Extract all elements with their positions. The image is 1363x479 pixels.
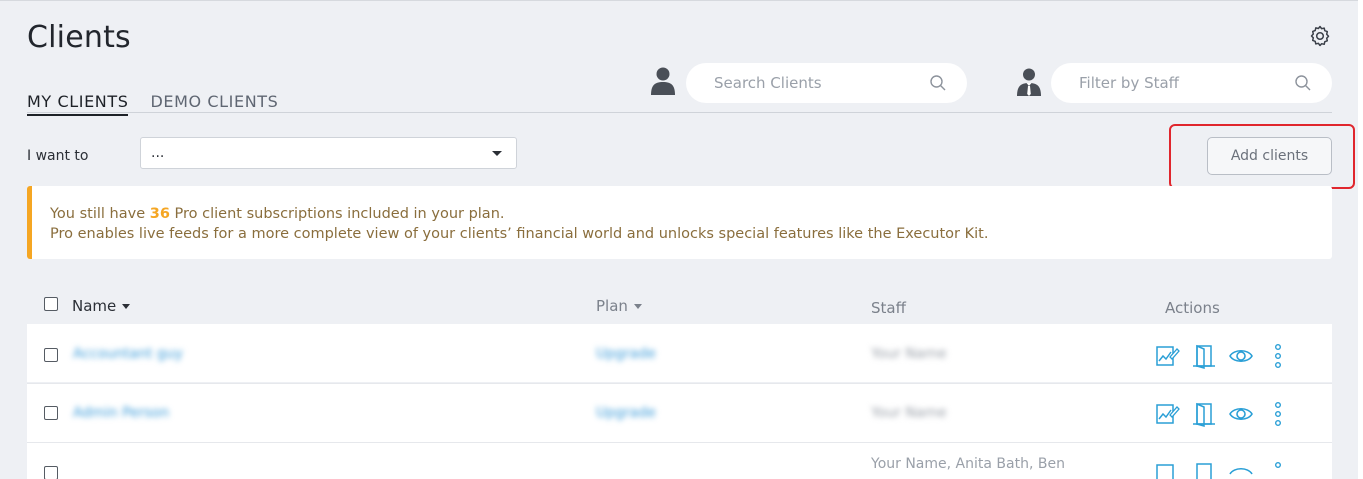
pro-subscription-banner: You still have 36 Pro client subscriptio… [27,186,1332,259]
sort-icon [633,304,642,309]
eye-icon[interactable] [1228,343,1254,369]
eye-icon[interactable] [1228,461,1254,479]
row-checkbox[interactable] [44,466,58,479]
door-icon[interactable] [1191,343,1217,369]
filter-staff-box [1051,63,1332,103]
client-name-link[interactable]: Accountant guy [73,346,183,362]
client-name-link[interactable]: Admin Person [73,405,169,421]
person-icon [651,67,675,95]
right-strip [1358,0,1363,479]
plan-upgrade-link[interactable]: Upgrade [596,405,656,421]
column-header-plan[interactable]: Plan [596,297,642,315]
tabs-divider [27,112,1332,113]
column-header-staff: Staff [871,299,906,317]
i-want-to-label: I want to [27,148,89,164]
row-checkbox[interactable] [44,406,58,420]
dashboard-icon[interactable] [1154,461,1180,479]
column-header-name[interactable]: Name [72,297,131,315]
staff-cell: Your Name, Anita Bath, Ben [871,456,1065,472]
door-icon[interactable] [1191,401,1217,427]
top-border [0,0,1363,1]
staff-cell: Your Name [871,405,947,421]
i-want-to-select[interactable]: ... [140,137,517,169]
search-input[interactable] [714,74,929,92]
chevron-down-icon [492,150,502,156]
table-row [27,443,1332,479]
banner-line-1: You still have 36 Pro client subscriptio… [50,206,505,222]
row-checkbox[interactable] [44,348,58,362]
more-vertical-icon[interactable] [1265,461,1291,479]
gear-icon[interactable] [1308,24,1332,48]
dashboard-icon[interactable] [1154,401,1180,427]
table-row [27,384,1332,442]
subscription-count: 36 [149,206,170,222]
sort-icon [122,304,131,309]
banner-line-2: Pro enables live feeds for a more comple… [50,226,989,242]
column-header-actions: Actions [1165,299,1220,317]
search-clients-box [686,63,967,103]
staff-icon [1017,68,1041,96]
eye-icon[interactable] [1228,401,1254,427]
more-vertical-icon[interactable] [1265,343,1291,369]
page-title: Clients [27,20,131,55]
staff-cell: Your Name [871,346,947,362]
search-icon[interactable] [929,74,947,92]
i-want-to-value: ... [151,145,165,161]
plan-upgrade-link[interactable]: Upgrade [596,346,656,362]
table-row [27,324,1332,382]
select-all-checkbox[interactable] [44,297,58,311]
filter-staff-input[interactable] [1079,74,1294,92]
add-clients-button[interactable]: Add clients [1207,137,1332,175]
more-vertical-icon[interactable] [1265,401,1291,427]
dashboard-icon[interactable] [1154,343,1180,369]
search-icon[interactable] [1294,74,1312,92]
door-icon[interactable] [1191,461,1217,479]
